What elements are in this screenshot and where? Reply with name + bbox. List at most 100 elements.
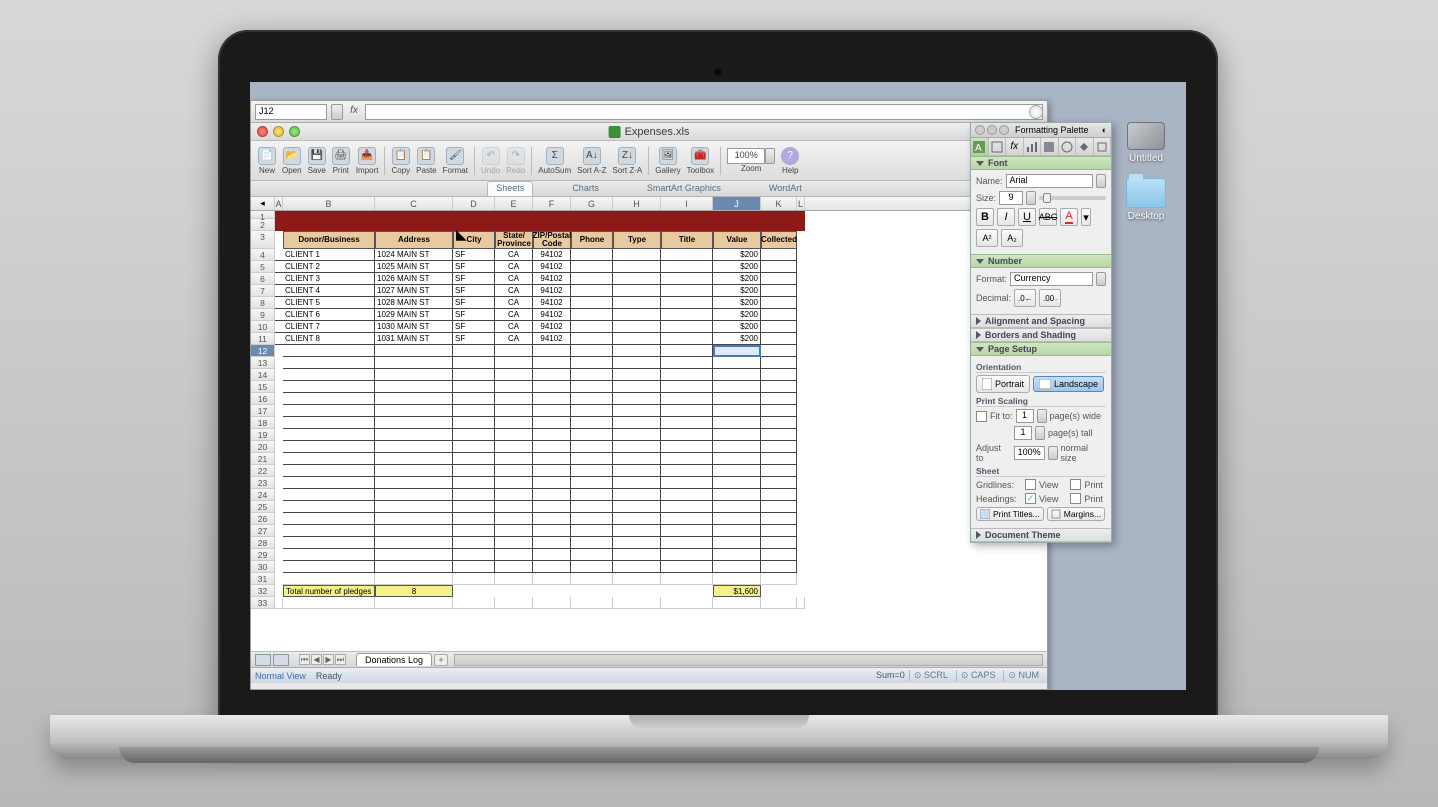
ribbon-tab-smartart graphics[interactable]: SmartArt Graphics [638, 181, 730, 196]
table-row[interactable]: CLIENT 81031 MAIN STSFCA94102$200 [275, 333, 805, 345]
name-box-stepper[interactable] [331, 104, 343, 120]
ribbon-tab-wordart[interactable]: WordArt [760, 181, 811, 196]
palette-zoom-icon[interactable] [999, 125, 1009, 135]
col-header-C[interactable]: C [375, 197, 453, 210]
section-document-theme[interactable]: Document Theme [971, 528, 1111, 542]
col-header-J[interactable]: J [713, 197, 761, 210]
view-mode-normal-icon[interactable] [255, 654, 271, 666]
font-name-select[interactable]: Arial [1006, 174, 1093, 188]
ribbon-tab-charts[interactable]: Charts [563, 181, 608, 196]
table-row[interactable] [275, 513, 805, 525]
toolbar-redo-button[interactable]: ↷Redo [503, 147, 528, 175]
col-header-B[interactable]: B [283, 197, 375, 210]
palette-min-icon[interactable] [987, 125, 997, 135]
hard-drive-icon[interactable]: Untitled [1116, 122, 1176, 164]
totals-row[interactable]: Total number of pledges8$1,600 [275, 585, 805, 597]
section-font[interactable]: Font [971, 156, 1111, 170]
underline-button[interactable]: U [1018, 208, 1036, 226]
row-header-22[interactable]: 22 [251, 465, 275, 477]
strikethrough-button[interactable]: ABC [1039, 208, 1057, 226]
number-format-stepper[interactable] [1096, 272, 1106, 286]
col-header-L[interactable]: L [797, 197, 805, 210]
toolbar-import-button[interactable]: 📥Import [353, 147, 382, 175]
table-row[interactable]: CLIENT 21025 MAIN STSFCA94102$200 [275, 261, 805, 273]
table-row[interactable] [275, 501, 805, 513]
window-titlebar[interactable]: Expenses.xls [251, 123, 1047, 141]
table-row[interactable]: CLIENT 71030 MAIN STSFCA94102$200 [275, 321, 805, 333]
row-header-33[interactable]: 33 [251, 597, 275, 609]
font-size-input[interactable]: 9 [999, 191, 1023, 205]
margins-button[interactable]: Margins... [1047, 507, 1105, 521]
row-header-26[interactable]: 26 [251, 513, 275, 525]
adjust-to-stepper[interactable] [1048, 446, 1058, 460]
row-header-4[interactable]: 4 [251, 249, 275, 261]
row-header-13[interactable]: 13 [251, 357, 275, 369]
col-header-G[interactable]: G [571, 197, 613, 210]
font-name-stepper[interactable] [1096, 174, 1106, 188]
palette-tab-reference[interactable] [1059, 138, 1077, 155]
table-row[interactable] [275, 393, 805, 405]
col-header-A[interactable]: A [275, 197, 283, 210]
portrait-button[interactable]: Portrait [976, 375, 1030, 393]
row-header-6[interactable]: 6 [251, 273, 275, 285]
row-header-24[interactable]: 24 [251, 489, 275, 501]
formatting-palette[interactable]: Formatting Palette ◐ A fx Font Name:Aria… [970, 122, 1112, 543]
sheet-nav-last-icon[interactable]: ⏭ [335, 654, 346, 665]
toolbar-autosum-button[interactable]: ΣAutoSum [535, 147, 574, 175]
palette-help-icon[interactable]: ◐ [1102, 125, 1107, 135]
fit-to-checkbox[interactable] [976, 411, 987, 422]
formula-bar-close-icon[interactable] [1029, 105, 1043, 119]
row-header-28[interactable]: 28 [251, 537, 275, 549]
ribbon-tab-sheets[interactable]: Sheets [487, 181, 533, 196]
section-page-setup[interactable]: Page Setup [971, 342, 1111, 356]
row-header-17[interactable]: 17 [251, 405, 275, 417]
palette-titlebar[interactable]: Formatting Palette ◐ [971, 123, 1111, 138]
row-header-32[interactable]: 32 [251, 585, 275, 597]
font-size-stepper[interactable] [1026, 191, 1036, 205]
row-header-8[interactable]: 8 [251, 297, 275, 309]
col-header-H[interactable]: H [613, 197, 661, 210]
toolbar-zoom[interactable]: 100%Zoom [724, 148, 778, 173]
col-header-K[interactable]: K [761, 197, 797, 210]
toolbar-gallery-button[interactable]: 🖼Gallery [652, 147, 683, 175]
row-header-18[interactable]: 18 [251, 417, 275, 429]
gridlines-print-checkbox[interactable] [1070, 479, 1081, 490]
toolbar-new-button[interactable]: 📄New [255, 147, 279, 175]
table-row[interactable] [275, 357, 805, 369]
desktop-folder-icon[interactable]: Desktop [1116, 178, 1176, 222]
section-borders[interactable]: Borders and Shading [971, 328, 1111, 342]
landscape-button[interactable]: Landscape [1033, 376, 1104, 392]
increase-decimal-button[interactable]: .0← [1014, 289, 1036, 307]
table-header[interactable]: City [453, 231, 495, 249]
section-number[interactable]: Number [971, 254, 1111, 268]
toolbar-sort a-z-button[interactable]: A↓Sort A-Z [574, 147, 609, 175]
row-header-12[interactable]: 12 [251, 345, 275, 357]
row-header-5[interactable]: 5 [251, 261, 275, 273]
bold-button[interactable]: B [976, 208, 994, 226]
table-row[interactable] [275, 429, 805, 441]
table-row[interactable] [275, 369, 805, 381]
close-icon[interactable] [257, 126, 268, 137]
adjust-to-input[interactable]: 100% [1014, 446, 1045, 460]
table-row[interactable] [275, 465, 805, 477]
palette-tab-formula[interactable]: fx [1006, 138, 1024, 155]
table-row[interactable]: CLIENT 11024 MAIN STSFCA94102$200 [275, 249, 805, 261]
row-header-10[interactable]: 10 [251, 321, 275, 333]
row-header-27[interactable]: 27 [251, 525, 275, 537]
table-row[interactable] [275, 561, 805, 573]
toolbar-print-button[interactable]: 🖨Print [329, 147, 353, 175]
row-header-11[interactable]: 11 [251, 333, 275, 345]
row-header-9[interactable]: 9 [251, 309, 275, 321]
row-header-30[interactable]: 30 [251, 561, 275, 573]
table-row[interactable] [275, 417, 805, 429]
sheet-nav-next-icon[interactable]: ▶ [323, 654, 334, 665]
table-row[interactable] [275, 345, 805, 357]
section-alignment[interactable]: Alignment and Spacing [971, 314, 1111, 328]
spreadsheet-grid[interactable]: 1234567891011121314151617181920212223242… [251, 211, 1047, 651]
grow-font-button[interactable]: A² [976, 229, 998, 247]
palette-close-icon[interactable] [975, 125, 985, 135]
row-header-20[interactable]: 20 [251, 441, 275, 453]
col-header-I[interactable]: I [661, 197, 713, 210]
add-sheet-button[interactable]: + [434, 654, 448, 666]
palette-tab-object[interactable] [989, 138, 1007, 155]
